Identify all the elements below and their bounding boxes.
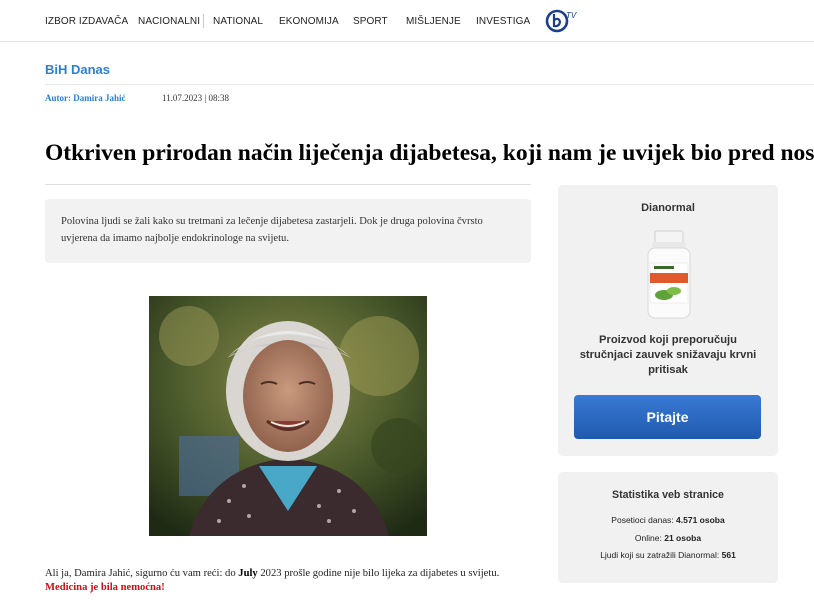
nav-item-sport[interactable]: SPORT: [353, 16, 388, 27]
nav-item-misljenje[interactable]: MIŠLJENJE: [406, 16, 461, 27]
stats-title: Statistika veb stranice: [612, 489, 724, 501]
nav-item-investiga[interactable]: INVESTIGA: [476, 16, 530, 27]
publish-date: 11.07.2023 | 08:38: [162, 93, 229, 103]
svg-text:TV: TV: [566, 11, 577, 20]
stats-online-label: Online:: [634, 533, 665, 543]
article-body-paragraph: Ali ja, Damira Jahić, sigurno ću vam reć…: [45, 565, 545, 582]
nav-item-izbor-izdavaca[interactable]: IZBOR IZDAVAČA: [45, 16, 128, 27]
stats-requested-value: 561: [721, 550, 736, 560]
top-navigation: IZBOR IZDAVAČA NACIONALNI NATIONAL EKONO…: [0, 0, 814, 42]
stats-online-value: 21 osoba: [664, 533, 702, 543]
article-photo: [149, 296, 427, 536]
promo-description: Proizvod koji preporučuju stručnjaci zau…: [579, 334, 757, 376]
stats-requested: Ljudi koji su zatražili Dianormal: 561: [558, 550, 778, 560]
stats-requested-label: Ljudi koji su zatražili Dianormal:: [600, 550, 722, 560]
divider: [45, 84, 814, 85]
body-text-suffix: 2023 prošle godine nije bilo lijeka za d…: [257, 568, 500, 579]
author-byline: Autor: Damira Jahić: [45, 93, 126, 103]
promo-product-name: Dianormal: [641, 202, 695, 214]
article-headline: Otkriven prirodan način liječenja dijabe…: [45, 140, 814, 166]
article-lead: Polovina ljudi se žali kako su tretmani …: [45, 199, 531, 263]
divider: [45, 184, 531, 185]
nav-item-ekonomija[interactable]: EKONOMIJA: [279, 16, 339, 27]
bn-tv-logo[interactable]: TV: [544, 7, 584, 35]
stats-online: Online: 21 osoba: [558, 533, 778, 543]
article-highlight-red: Medicina je bila nemoćna!: [45, 582, 165, 593]
product-bottle-image: [642, 229, 696, 321]
site-statistics-card: Statistika veb stranice Posetioci danas:…: [558, 472, 778, 583]
ask-button[interactable]: Pitajte: [574, 395, 761, 439]
stats-visitors-value: 4.571 osoba: [676, 515, 725, 525]
product-promo-card: Dianormal Proizvod koji preporučuju stru…: [558, 185, 778, 456]
section-title[interactable]: BiH Danas: [45, 62, 110, 77]
stats-visitors-label: Posetioci danas:: [611, 515, 677, 525]
nav-item-nacionalni[interactable]: NACIONALNI: [138, 16, 200, 27]
body-text-bold: July: [238, 568, 258, 579]
nav-item-national[interactable]: NATIONAL: [213, 16, 263, 27]
body-text-prefix: Ali ja, Damira Jahić, sigurno ću vam reć…: [45, 568, 239, 579]
stats-visitors-today: Posetioci danas: 4.571 osoba: [558, 515, 778, 525]
nav-divider: [203, 14, 204, 28]
